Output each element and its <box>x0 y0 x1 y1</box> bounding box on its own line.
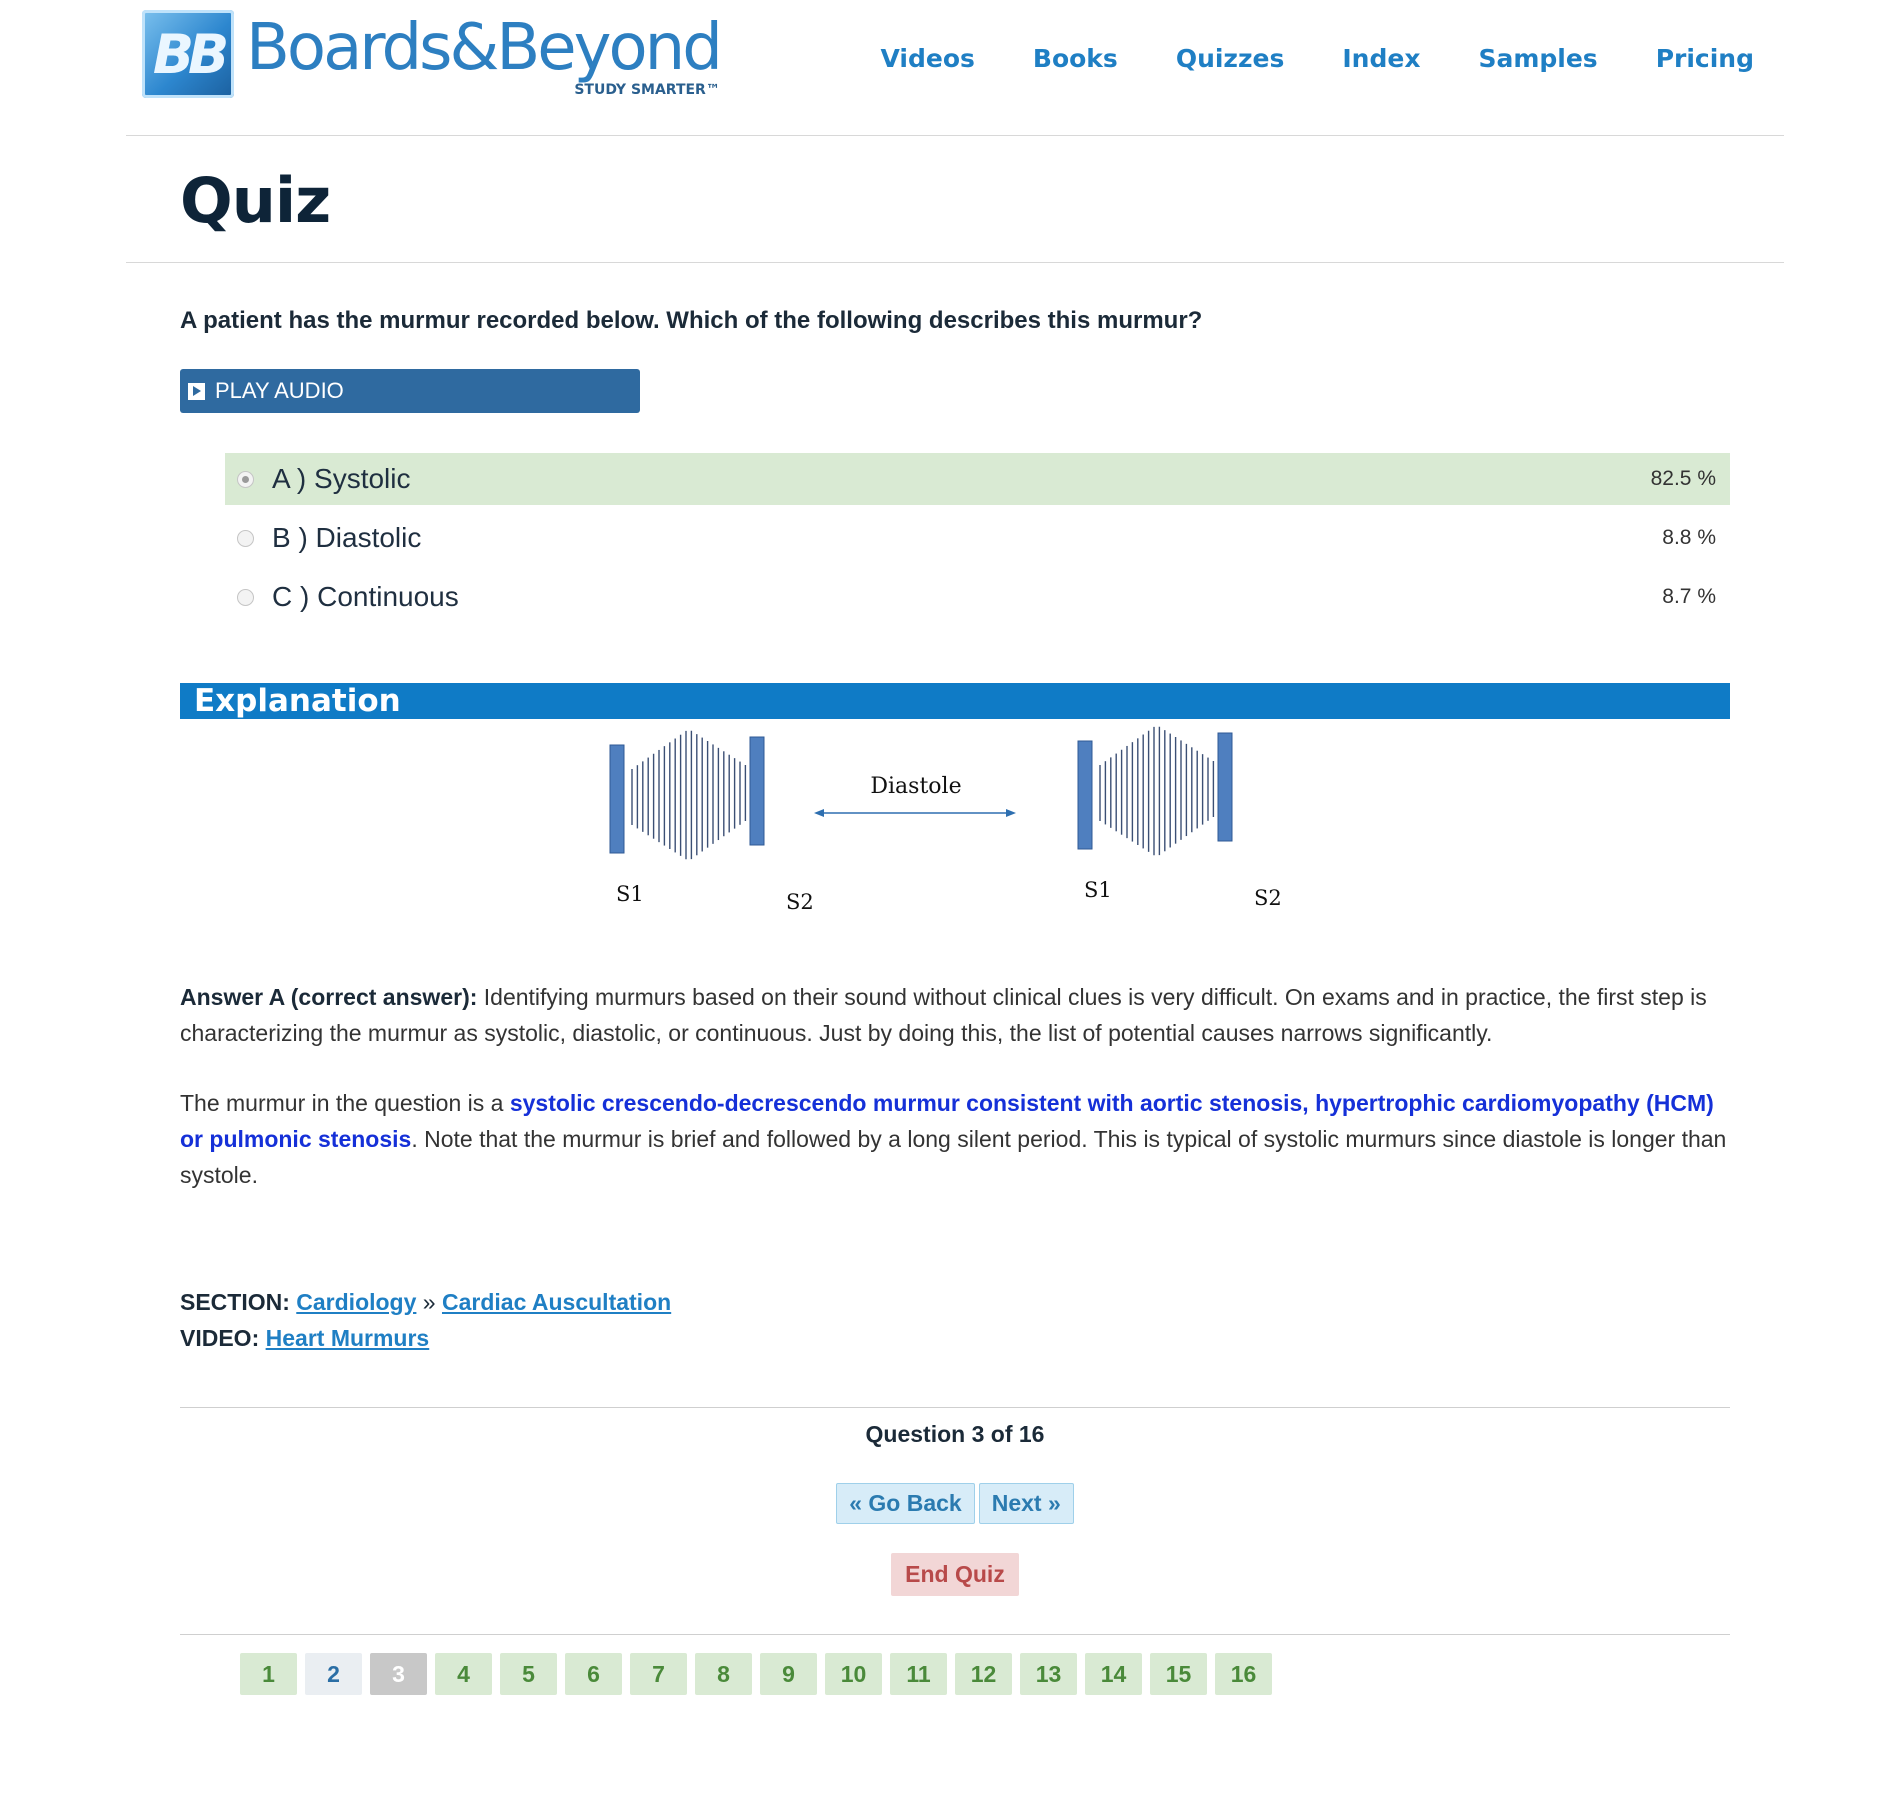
page-title: Quiz <box>180 164 331 237</box>
brand-tagline: STUDY SMARTER™ <box>574 82 720 98</box>
nav-pricing[interactable]: Pricing <box>1656 44 1754 73</box>
divider <box>180 1407 1730 1408</box>
murmur-diagram-svg: Diastole S1 S2 S1 S2 <box>609 726 1282 914</box>
section-breadcrumb: SECTION: Cardiology » Cardiac Auscultati… <box>180 1289 671 1316</box>
explanation-paragraph-1: Answer A (correct answer): Identifying m… <box>180 979 1730 1051</box>
page-button-7[interactable]: 7 <box>630 1653 687 1695</box>
answer-lead: Answer A (correct answer): <box>180 984 478 1010</box>
section-link-cardiac-auscultation[interactable]: Cardiac Auscultation <box>442 1289 671 1315</box>
answer-option-b[interactable]: B ) Diastolic 8.8 % <box>225 512 1730 564</box>
answer-option-c[interactable]: C ) Continuous 8.7 % <box>225 571 1730 623</box>
question-pagination: 1 2 3 4 5 6 7 8 9 10 11 12 13 14 15 16 <box>240 1653 1280 1695</box>
divider <box>180 1634 1730 1635</box>
page: BB Boards&Beyond STUDY SMARTER™ Videos B… <box>126 0 1784 1695</box>
page-button-1[interactable]: 1 <box>240 1653 297 1695</box>
s1-label-2: S1 <box>1084 878 1112 902</box>
question-text: A patient has the murmur recorded below.… <box>180 307 1203 334</box>
page-button-4[interactable]: 4 <box>435 1653 492 1695</box>
heart-sound-s1-bar <box>609 744 625 854</box>
quiz-nav-buttons: « Go Back Next » <box>180 1483 1730 1524</box>
nav-samples[interactable]: Samples <box>1478 44 1597 73</box>
answer-option-a[interactable]: A ) Systolic 82.5 % <box>225 453 1730 505</box>
nav-videos[interactable]: Videos <box>881 44 975 73</box>
explanation-paragraph-2: The murmur in the question is a systolic… <box>180 1085 1730 1193</box>
nav-index[interactable]: Index <box>1342 44 1420 73</box>
video-link-row: VIDEO: Heart Murmurs <box>180 1325 429 1352</box>
page-button-8[interactable]: 8 <box>695 1653 752 1695</box>
section-link-cardiology[interactable]: Cardiology <box>296 1289 416 1315</box>
page-button-5[interactable]: 5 <box>500 1653 557 1695</box>
page-button-16[interactable]: 16 <box>1215 1653 1272 1695</box>
cardiac-cycle-2 <box>1077 726 1233 856</box>
go-back-button[interactable]: « Go Back <box>836 1483 975 1524</box>
para2-pre: The murmur in the question is a <box>180 1090 510 1116</box>
question-counter: Question 3 of 16 <box>865 1421 1045 1447</box>
answer-percent-b: 8.8 % <box>1662 526 1716 549</box>
end-quiz-row: End Quiz <box>180 1553 1730 1596</box>
play-icon <box>188 382 205 400</box>
diastole-label: Diastole <box>870 774 961 799</box>
radio-b[interactable] <box>237 529 254 547</box>
s1-label-1: S1 <box>616 882 644 906</box>
end-quiz-button[interactable]: End Quiz <box>891 1553 1019 1596</box>
page-button-11[interactable]: 11 <box>890 1653 947 1695</box>
page-button-14[interactable]: 14 <box>1085 1653 1142 1695</box>
logo-badge: BB <box>142 10 234 98</box>
murmur-diagram: Diastole S1 S2 S1 S2 <box>604 723 1304 943</box>
heart-sound-s2-bar <box>749 736 765 846</box>
answer-label-a: A ) Systolic <box>272 463 411 494</box>
explanation-heading: Explanation <box>180 683 1730 719</box>
brand-logo[interactable]: BB Boards&Beyond STUDY SMARTER™ <box>142 10 723 100</box>
page-button-6[interactable]: 6 <box>565 1653 622 1695</box>
nav-books[interactable]: Books <box>1033 44 1118 73</box>
site-header: BB Boards&Beyond STUDY SMARTER™ Videos B… <box>126 0 1784 136</box>
video-label: VIDEO: <box>180 1325 260 1351</box>
page-button-10[interactable]: 10 <box>825 1653 882 1695</box>
brand-name: Boards&Beyond <box>246 11 723 85</box>
next-button[interactable]: Next » <box>978 1483 1074 1524</box>
main-nav: Videos Books Quizzes Index Samples Prici… <box>823 44 1755 73</box>
heart-sound-s1-bar <box>1077 740 1093 850</box>
diastole-arrow-left-head <box>814 809 824 817</box>
radio-c[interactable] <box>237 588 254 606</box>
answer-label-b: B ) Diastolic <box>272 522 422 553</box>
s2-label-1: S2 <box>786 890 814 914</box>
answer-percent-a: 82.5 % <box>1650 467 1716 490</box>
cardiac-cycle-1 <box>609 730 765 860</box>
page-button-15[interactable]: 15 <box>1150 1653 1207 1695</box>
page-button-13[interactable]: 13 <box>1020 1653 1077 1695</box>
play-audio-label: PLAY AUDIO <box>215 378 344 403</box>
answer-list: A ) Systolic 82.5 % B ) Diastolic 8.8 % … <box>225 453 1730 630</box>
breadcrumb-separator: » <box>416 1289 442 1315</box>
diastole-arrow-right-head <box>1006 809 1016 817</box>
page-button-9[interactable]: 9 <box>760 1653 817 1695</box>
s2-label-2: S2 <box>1254 886 1282 910</box>
page-button-2[interactable]: 2 <box>305 1653 362 1695</box>
nav-quizzes[interactable]: Quizzes <box>1176 44 1285 73</box>
page-button-3[interactable]: 3 <box>370 1653 427 1695</box>
answer-label-c: C ) Continuous <box>272 581 459 612</box>
para2-post: . Note that the murmur is brief and foll… <box>180 1126 1727 1188</box>
page-button-12[interactable]: 12 <box>955 1653 1012 1695</box>
answer-percent-c: 8.7 % <box>1662 585 1716 608</box>
section-label: SECTION: <box>180 1289 290 1315</box>
radio-a[interactable] <box>237 470 254 488</box>
play-audio-button[interactable]: PLAY AUDIO <box>180 369 640 413</box>
title-bar: Quiz <box>126 136 1784 263</box>
heart-sound-s2-bar <box>1217 732 1233 842</box>
video-link-heart-murmurs[interactable]: Heart Murmurs <box>266 1325 430 1351</box>
